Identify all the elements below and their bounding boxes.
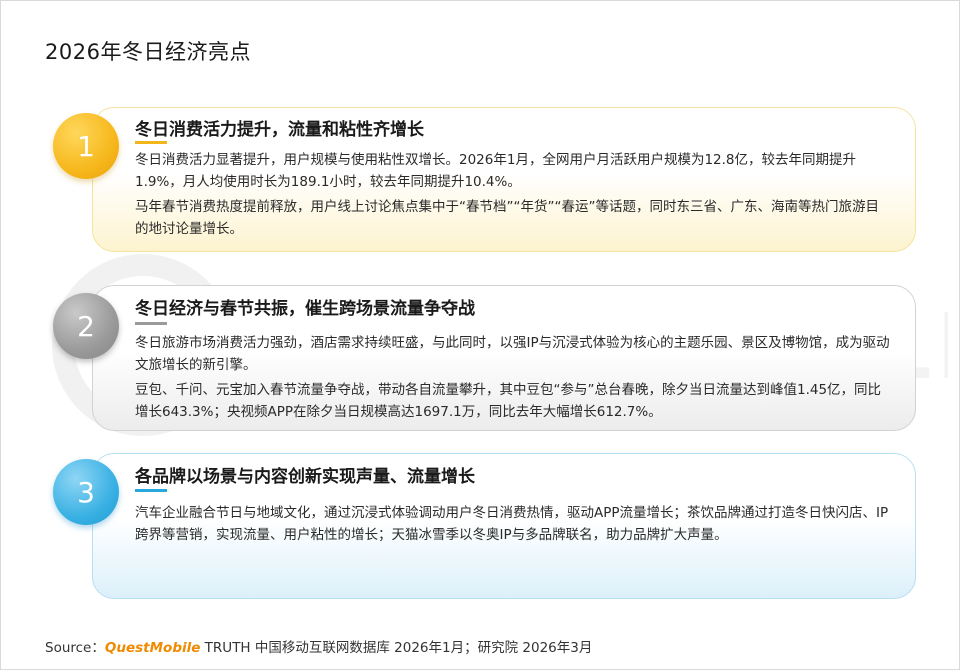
card-2-paragraph-1: 冬日旅游市场消费活力强劲，酒店需求持续旺盛，与此同时，以强IP与沉浸式体验为核心… <box>135 335 890 373</box>
page-title: 2026年冬日经济亮点 <box>45 40 251 64</box>
number-badge-3: 3 <box>53 459 119 525</box>
card-2-paragraph-2: 豆包、千问、元宝加入春节流量争夺战，带动各自流量攀升，其中豆包“参与”总台春晚，… <box>135 382 882 420</box>
source-prefix: Source： <box>45 640 105 656</box>
card-1-paragraph-1: 冬日消费活力显著提升，用户规模与使用粘性双增长。2026年1月，全网用户月活跃用… <box>135 152 857 190</box>
source-brand: QuestMobile <box>104 640 201 656</box>
title-underline-2 <box>135 322 167 325</box>
card-1-paragraph-2: 马年春节消费热度提前释放，用户线上讨论焦点集中于“春节档”“年货”“春运”等话题… <box>135 199 879 237</box>
title-underline-3 <box>135 489 167 492</box>
card-title-2: 冬日经济与春节共振，催生跨场景流量争夺战 <box>135 299 475 319</box>
source-text: TRUTH 中国移动互联网数据库 2026年1月；研究院 2026年3月 <box>200 640 593 656</box>
card-3-paragraph-1: 汽车企业融合节日与地域文化，通过沉浸式体验调动用户冬日消费热情，驱动APP流量增… <box>135 505 889 543</box>
card-title-1: 冬日消费活力提升，流量和粘性齐增长 <box>135 120 424 140</box>
number-badge-1: 1 <box>53 113 119 179</box>
source-note: Source：QuestMobile TRUTH 中国移动互联网数据库 2026… <box>45 636 592 656</box>
number-badge-2: 2 <box>53 293 119 359</box>
title-underline-1 <box>135 141 167 144</box>
card-title-3: 各品牌以场景与内容创新实现声量、流量增长 <box>135 467 475 487</box>
